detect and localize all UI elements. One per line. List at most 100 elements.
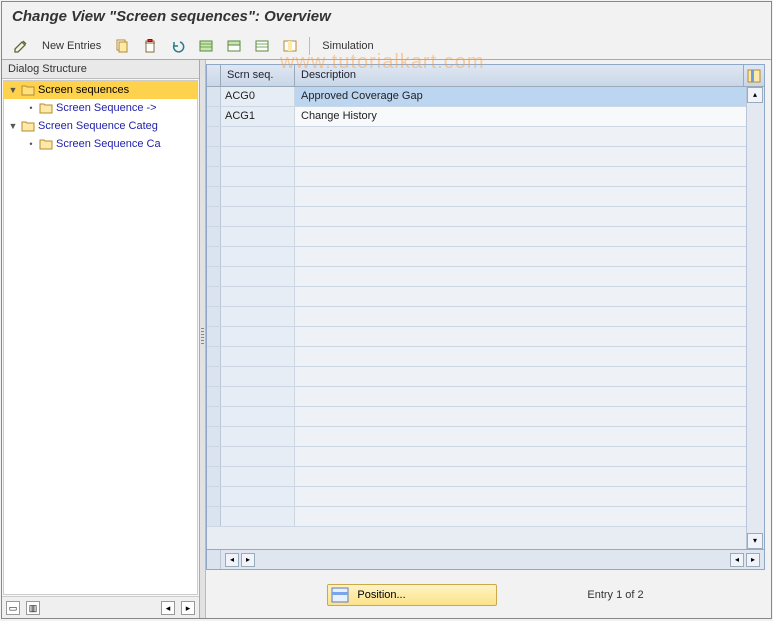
- row-selector[interactable]: [207, 107, 221, 126]
- cell-description[interactable]: [295, 347, 746, 366]
- sidebar-layout-icon[interactable]: ▭: [6, 601, 20, 615]
- cell-description[interactable]: [295, 247, 746, 266]
- table-row[interactable]: ACG0Approved Coverage Gap: [207, 87, 746, 107]
- cell-description[interactable]: [295, 507, 746, 526]
- row-selector[interactable]: [207, 227, 221, 246]
- cell-description[interactable]: [295, 287, 746, 306]
- sidebar-scroll-left-icon[interactable]: ◂: [161, 601, 175, 615]
- row-selector[interactable]: [207, 467, 221, 486]
- table-row-empty[interactable]: [207, 427, 746, 447]
- cell-scrnseq[interactable]: [221, 307, 295, 326]
- cell-description[interactable]: [295, 467, 746, 486]
- row-selector[interactable]: [207, 187, 221, 206]
- table-row-empty[interactable]: [207, 447, 746, 467]
- scroll-up-icon[interactable]: ▴: [747, 87, 763, 103]
- cell-description[interactable]: [295, 267, 746, 286]
- sidebar-layout2-icon[interactable]: ▥: [26, 601, 40, 615]
- tree-expand-icon[interactable]: ▼: [8, 85, 18, 95]
- row-selector[interactable]: [207, 287, 221, 306]
- cell-scrnseq[interactable]: [221, 347, 295, 366]
- cell-description[interactable]: [295, 207, 746, 226]
- cell-description[interactable]: [295, 187, 746, 206]
- select-all-icon[interactable]: [195, 36, 217, 56]
- row-selector[interactable]: [207, 427, 221, 446]
- cell-scrnseq[interactable]: [221, 127, 295, 146]
- copy-as-icon[interactable]: [111, 36, 133, 56]
- undo-icon[interactable]: [167, 36, 189, 56]
- cell-description[interactable]: Approved Coverage Gap: [295, 87, 746, 106]
- row-selector[interactable]: [207, 347, 221, 366]
- cell-description[interactable]: [295, 307, 746, 326]
- cell-description[interactable]: [295, 167, 746, 186]
- cell-description[interactable]: [295, 487, 746, 506]
- table-row-empty[interactable]: [207, 267, 746, 287]
- tree-node[interactable]: ▼Screen sequences: [4, 81, 197, 99]
- table-row-empty[interactable]: [207, 467, 746, 487]
- row-selector[interactable]: [207, 407, 221, 426]
- cell-description[interactable]: [295, 147, 746, 166]
- delete-icon[interactable]: [139, 36, 161, 56]
- tree-node[interactable]: •Screen Sequence Ca: [4, 135, 197, 153]
- row-selector[interactable]: [207, 87, 221, 106]
- cell-scrnseq[interactable]: [221, 227, 295, 246]
- scroll-down-icon[interactable]: ▾: [747, 533, 763, 549]
- configure-icon[interactable]: [279, 36, 301, 56]
- cell-scrnseq[interactable]: [221, 407, 295, 426]
- cell-scrnseq[interactable]: ACG0: [221, 87, 295, 106]
- row-selector[interactable]: [207, 507, 221, 526]
- row-selector[interactable]: [207, 267, 221, 286]
- table-row-empty[interactable]: [207, 347, 746, 367]
- table-row-empty[interactable]: [207, 207, 746, 227]
- row-selector[interactable]: [207, 147, 221, 166]
- cell-scrnseq[interactable]: ACG1: [221, 107, 295, 126]
- cell-scrnseq[interactable]: [221, 267, 295, 286]
- row-selector[interactable]: [207, 127, 221, 146]
- cell-scrnseq[interactable]: [221, 367, 295, 386]
- sidebar-scroll-right-icon[interactable]: ▸: [181, 601, 195, 615]
- position-button[interactable]: Position...: [327, 584, 497, 606]
- row-selector[interactable]: [207, 207, 221, 226]
- table-row-empty[interactable]: [207, 187, 746, 207]
- table-row-empty[interactable]: [207, 247, 746, 267]
- cell-scrnseq[interactable]: [221, 247, 295, 266]
- table-row-empty[interactable]: [207, 507, 746, 527]
- tree-node[interactable]: •Screen Sequence ->: [4, 99, 197, 117]
- splitter-handle[interactable]: [200, 60, 206, 618]
- toggle-display-change-icon[interactable]: [10, 36, 32, 56]
- table-row-empty[interactable]: [207, 167, 746, 187]
- grid-header-selector[interactable]: [207, 65, 221, 86]
- cell-scrnseq[interactable]: [221, 167, 295, 186]
- row-selector[interactable]: [207, 387, 221, 406]
- cell-scrnseq[interactable]: [221, 427, 295, 446]
- cell-scrnseq[interactable]: [221, 147, 295, 166]
- grid-header-scrnseq[interactable]: Scrn seq.: [221, 65, 295, 86]
- table-row-empty[interactable]: [207, 487, 746, 507]
- grid-config-icon[interactable]: [744, 65, 764, 86]
- cell-scrnseq[interactable]: [221, 387, 295, 406]
- table-row-empty[interactable]: [207, 367, 746, 387]
- simulation-button[interactable]: Simulation: [318, 40, 377, 52]
- cell-description[interactable]: [295, 127, 746, 146]
- hscroll-last-icon[interactable]: ▸: [746, 553, 760, 567]
- cell-description[interactable]: [295, 427, 746, 446]
- tree-node[interactable]: ▼Screen Sequence Categ: [4, 117, 197, 135]
- cell-scrnseq[interactable]: [221, 447, 295, 466]
- cell-description[interactable]: [295, 447, 746, 466]
- table-row-empty[interactable]: [207, 127, 746, 147]
- grid-vertical-scrollbar[interactable]: ▴ ▾: [746, 87, 764, 549]
- cell-description[interactable]: [295, 387, 746, 406]
- select-block-icon[interactable]: [223, 36, 245, 56]
- table-row-empty[interactable]: [207, 387, 746, 407]
- cell-scrnseq[interactable]: [221, 287, 295, 306]
- cell-description[interactable]: [295, 227, 746, 246]
- grid-header-description[interactable]: Description: [295, 65, 744, 86]
- row-selector[interactable]: [207, 367, 221, 386]
- cell-scrnseq[interactable]: [221, 467, 295, 486]
- row-selector[interactable]: [207, 247, 221, 266]
- cell-scrnseq[interactable]: [221, 507, 295, 526]
- cell-description[interactable]: [295, 407, 746, 426]
- dialog-structure-tree[interactable]: ▼Screen sequences•Screen Sequence ->▼Scr…: [3, 80, 198, 595]
- hscroll-right-icon[interactable]: ◂: [730, 553, 744, 567]
- cell-description[interactable]: [295, 327, 746, 346]
- hscroll-left-icon[interactable]: ▸: [241, 553, 255, 567]
